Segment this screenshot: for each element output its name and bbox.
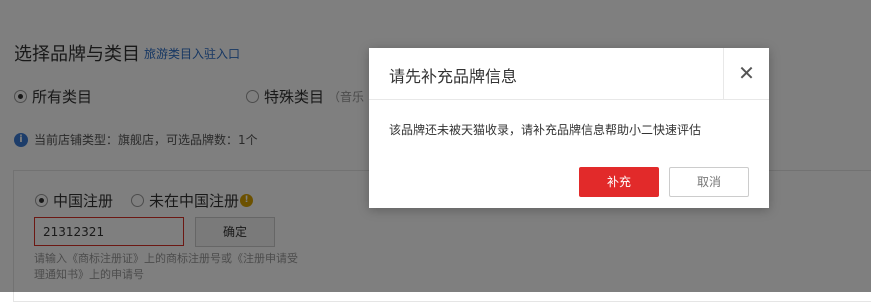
cancel-button[interactable]: 取消 [669,167,749,197]
supplement-button[interactable]: 补充 [579,167,659,197]
supplement-brand-modal: 请先补充品牌信息 ✕ 该品牌还未被天猫收录，请补充品牌信息帮助小二快速评估 补充… [369,48,769,208]
close-icon[interactable]: ✕ [723,48,769,99]
modal-header: 请先补充品牌信息 ✕ [369,48,769,100]
modal-message: 该品牌还未被天猫收录，请补充品牌信息帮助小二快速评估 [389,123,702,137]
modal-title: 请先补充品牌信息 [389,67,518,86]
